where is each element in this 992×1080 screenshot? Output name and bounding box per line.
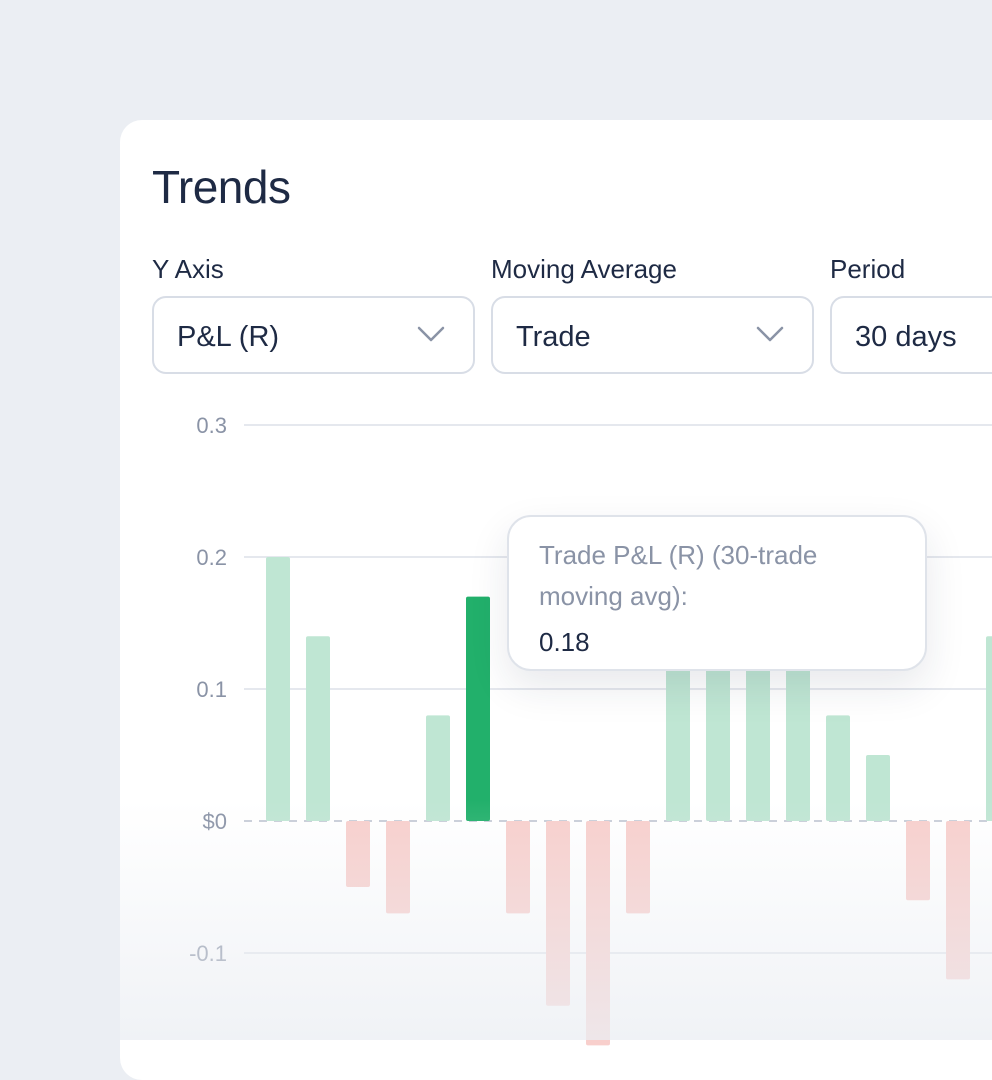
negative-bar[interactable]: [946, 821, 970, 980]
negative-bar[interactable]: [586, 821, 610, 1046]
y-tick-label: 0.1: [196, 677, 227, 702]
positive-bar[interactable]: [266, 557, 290, 821]
y-tick-label: $0: [203, 809, 227, 834]
negative-bar[interactable]: [346, 821, 370, 887]
trends-card: Trends Y Axis P&L (R) Moving Average Tra…: [120, 120, 992, 1080]
negative-bar[interactable]: [386, 821, 410, 914]
y-tick-label: 0.2: [196, 545, 227, 570]
y-tick-label: -0.1: [189, 941, 227, 966]
positive-bar[interactable]: [826, 715, 850, 821]
positive-bar[interactable]: [306, 636, 330, 821]
negative-bar[interactable]: [906, 821, 930, 901]
negative-bar[interactable]: [506, 821, 530, 914]
positive-bar[interactable]: [746, 649, 770, 821]
negative-bar[interactable]: [626, 821, 650, 914]
positive-bar[interactable]: [786, 649, 810, 821]
positive-bar[interactable]: [466, 596, 490, 821]
positive-bar[interactable]: [666, 649, 690, 821]
tooltip-value: 0.18: [539, 627, 590, 657]
y-tick-label: 0.3: [196, 413, 227, 438]
positive-bar[interactable]: [426, 715, 450, 821]
chart-tooltip: Trade P&L (R) (30-trade moving avg): 0.1…: [507, 515, 927, 671]
positive-bar[interactable]: [706, 649, 730, 821]
negative-bar[interactable]: [546, 821, 570, 1006]
positive-bar[interactable]: [986, 636, 992, 821]
positive-bar[interactable]: [866, 755, 890, 821]
tooltip-label: Trade P&L (R) (30-trade moving avg):: [539, 540, 818, 611]
